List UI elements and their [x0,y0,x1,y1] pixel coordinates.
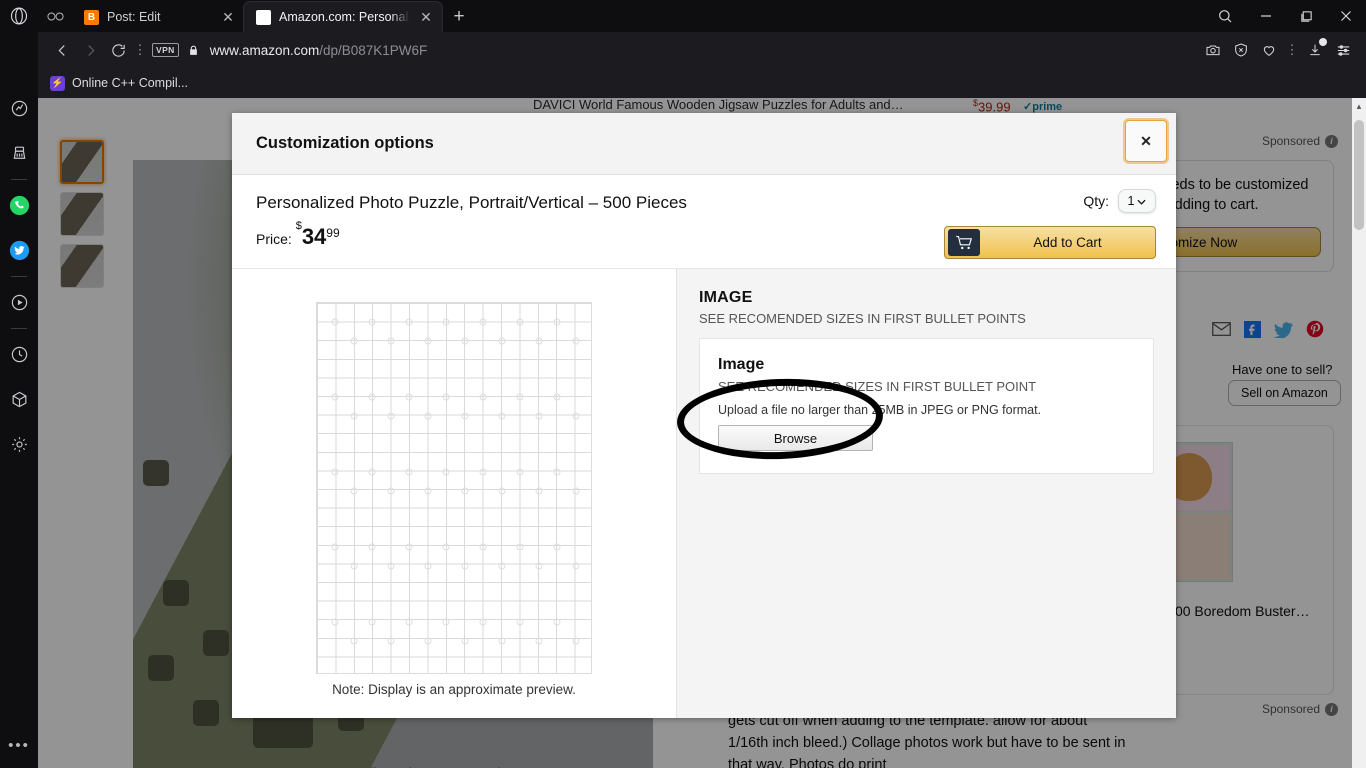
image-upload-pane: IMAGE SEE RECOMENDED SIZES IN FIRST BULL… [675,269,1176,718]
back-button[interactable] [48,36,76,64]
add-to-cart-label: Add to Cart [1033,235,1102,250]
quantity-value: 1 [1127,194,1135,208]
new-tab-button[interactable]: + [442,2,476,32]
sidebar-divider-3 [11,328,27,329]
scroll-up-arrow-icon[interactable]: ▲ [1352,98,1366,114]
close-modal-button[interactable]: ✕ [1125,120,1167,162]
browser-tabstrip-bar: B Post: Edit ✕ a Amazon.com: Personalize… [0,0,1366,32]
image-section-subheading: SEE RECOMENDED SIZES IN FIRST BULLET POI… [699,311,1026,326]
forward-button[interactable] [76,36,104,64]
price-cents: 99 [326,226,340,240]
image-upload-card: Image SEE RECOMENDED SIZES IN FIRST BULL… [699,338,1154,474]
quantity-label: Qty: [1083,193,1109,209]
cleaner-broom-icon[interactable] [0,131,38,176]
snapshot-camera-icon[interactable] [1200,37,1226,63]
amazon-icon: a [256,9,271,25]
opera-sidebar: ••• [0,32,38,768]
upload-card-heading: Image [718,356,765,373]
puzzle-knob-overlay [331,318,580,645]
lock-icon [187,44,200,57]
maximize-button[interactable] [1286,0,1326,32]
bookmarks-bar: ⚡ Online C++ Compil... [38,68,1366,98]
divider-dots-icon: ⋮ [1285,42,1299,57]
tab-label: Amazon.com: Personalized [279,10,410,24]
player-icon[interactable] [0,280,38,325]
tab-search-icon[interactable] [38,0,72,32]
settings-gear-icon[interactable] [0,422,38,467]
modal-product-summary: Personalized Photo Puzzle, Portrait/Vert… [232,175,1176,268]
modal-title: Customization options [256,134,434,152]
pulse-icon[interactable] [0,86,38,131]
add-to-cart-button[interactable]: Add to Cart [944,226,1156,259]
page-menu-icon[interactable]: ⋮ [132,42,148,58]
close-icon[interactable]: ✕ [418,9,434,25]
modal-body: Note: Display is an approximate preview.… [232,268,1176,718]
chevron-down-icon [1137,194,1147,208]
scrollbar-thumb[interactable] [1354,120,1364,230]
bookmark-online-cpp-compiler[interactable]: ⚡ Online C++ Compil... [50,75,189,91]
tab-amazon-personalized[interactable]: a Amazon.com: Personalized ✕ [244,2,442,32]
currency-symbol: $ [295,220,302,233]
blogger-icon: B [84,9,99,25]
url-path: /dp/B087K1PW6F [319,42,428,58]
minimize-button[interactable] [1246,0,1286,32]
url-host: www.amazon.com [209,42,320,58]
quantity-dropdown[interactable]: 1 [1118,189,1156,213]
sidebar-more-button[interactable]: ••• [8,737,30,768]
bolt-icon: ⚡ [50,75,65,91]
vpn-badge[interactable]: VPN [152,43,179,57]
more-dots-icon: ••• [8,737,30,754]
screen: ••• B Post: Edit ✕ a Amazon.com: Persona… [0,0,1366,768]
puzzle-preview-grid[interactable] [316,302,592,674]
twitter-icon[interactable] [0,228,38,273]
navbar-right-icons: ⋮ [1200,37,1356,63]
puzzle-preview-pane: Note: Display is an approximate preview. [232,269,677,718]
price-label: Price: [256,231,292,247]
quantity-selector: Qty: 1 [1083,189,1156,213]
search-icon[interactable] [1204,0,1246,32]
price-dollars: 34 [301,224,327,249]
workspaces-cube-icon[interactable] [0,377,38,422]
tab-post-edit[interactable]: B Post: Edit ✕ [72,2,244,32]
tabstrip: B Post: Edit ✕ a Amazon.com: Personalize… [72,0,476,32]
reload-button[interactable] [104,36,132,64]
history-clock-icon[interactable] [0,332,38,377]
opera-logo-icon[interactable] [0,0,38,32]
window-controls [1204,0,1366,32]
whatsapp-icon[interactable] [0,183,38,228]
browse-button[interactable]: Browse [718,425,873,451]
adblock-shield-icon[interactable] [1228,37,1254,63]
favorites-heart-icon[interactable] [1256,37,1282,63]
sidebar-divider [11,179,27,180]
upload-hint: Upload a file no larger than 25MB in JPE… [718,403,1042,417]
upload-card-subheading: SEE RECOMENDED SIZES IN FIRST BULLET POI… [718,379,1037,394]
tab-label: Post: Edit [107,10,161,24]
page-scrollbar[interactable]: ▲ [1352,98,1366,768]
easy-setup-sliders-icon[interactable] [1330,37,1356,63]
close-window-button[interactable] [1326,0,1366,32]
sidebar-divider-2 [11,276,27,277]
bookmark-label: Online C++ Compil... [72,76,189,90]
preview-note: Note: Display is an approximate preview. [332,682,576,697]
address-bar[interactable]: www.amazon.com/dp/B087K1PW6F [210,43,428,58]
download-badge [1319,38,1327,46]
modal-header: Customization options ✕ [232,113,1176,175]
shopping-cart-icon [948,229,980,256]
image-section-heading: IMAGE [699,289,753,306]
close-icon[interactable]: ✕ [220,9,236,25]
browser-navbar: ⋮ VPN www.amazon.com/dp/B087K1PW6F ⋮ [38,32,1366,68]
product-title: Personalized Photo Puzzle, Portrait/Vert… [256,193,687,212]
downloads-icon[interactable] [1302,37,1328,63]
close-icon: ✕ [1140,132,1152,149]
customization-options-modal: Customization options ✕ Personalized Pho… [232,113,1176,718]
